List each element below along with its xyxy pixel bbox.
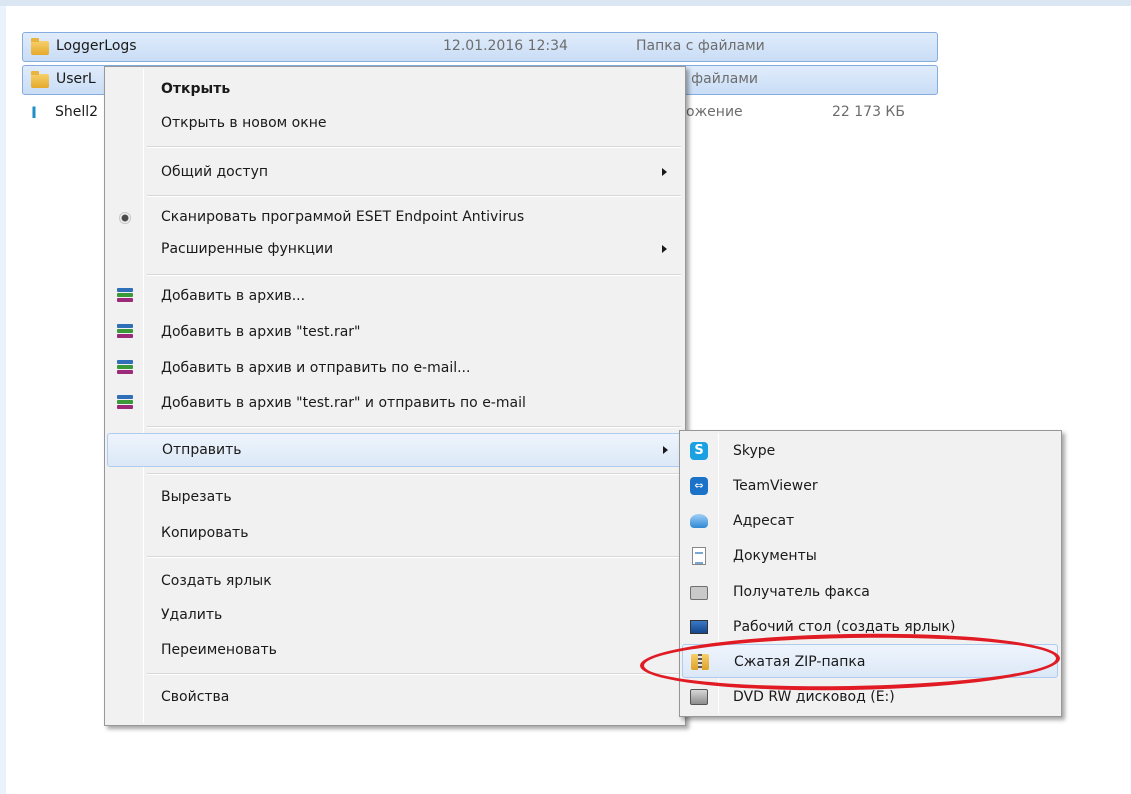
- dvd-drive-icon: [690, 688, 708, 706]
- window-top-border: [0, 0, 1131, 6]
- submenu-arrow-icon: [662, 245, 667, 253]
- menu-item-label: Получатель факса: [733, 584, 870, 600]
- winrar-icon: [115, 323, 135, 343]
- send-to-fax-recipient[interactable]: Получатель факса: [682, 575, 1058, 609]
- menu-item-create-shortcut[interactable]: Создать ярлык: [107, 565, 683, 599]
- window-left-border: [0, 6, 6, 794]
- file-name: UserL: [56, 71, 96, 87]
- menu-item-label: Рабочий стол (создать ярлык): [733, 619, 956, 635]
- application-icon: I: [31, 103, 37, 122]
- menu-item-label: Сжатая ZIP-папка: [734, 654, 866, 670]
- menu-item-share[interactable]: Общий доступ: [107, 156, 683, 190]
- file-type: Папка с файлами: [636, 38, 765, 54]
- menu-item-cut[interactable]: Вырезать: [107, 481, 683, 515]
- menu-item-label: Расширенные функции: [161, 241, 334, 257]
- zip-folder-icon: [691, 653, 709, 671]
- menu-item-scan-eset[interactable]: Сканировать программой ESET Endpoint Ant…: [107, 201, 683, 235]
- winrar-icon: [115, 287, 135, 307]
- menu-item-open[interactable]: Открыть: [107, 73, 683, 107]
- menu-item-label: Общий доступ: [161, 164, 269, 180]
- send-to-documents[interactable]: Документы: [682, 539, 1058, 573]
- menu-item-label: Создать ярлык: [161, 573, 272, 589]
- menu-item-advanced[interactable]: Расширенные функции: [107, 233, 683, 267]
- fax-icon: [690, 583, 708, 601]
- send-to-submenu: S Skype ⇔ TeamViewer Адресат Документы П…: [679, 430, 1062, 717]
- context-menu: Открыть Открыть в новом окне Общий досту…: [104, 66, 686, 726]
- menu-item-label: Skype: [733, 443, 776, 459]
- file-row-loggerlogs[interactable]: LoggerLogs 12.01.2016 12:34 Папка с файл…: [22, 32, 938, 62]
- menu-item-label: Отправить: [162, 442, 242, 458]
- winrar-icon: [115, 359, 135, 379]
- menu-separator: [147, 556, 681, 558]
- file-type: ожение: [686, 104, 743, 120]
- winrar-icon: [115, 394, 135, 414]
- menu-item-label: Удалить: [161, 607, 223, 623]
- menu-item-label: Переименовать: [161, 642, 277, 658]
- send-to-mail-recipient[interactable]: Адресат: [682, 504, 1058, 538]
- file-name: LoggerLogs: [56, 38, 137, 54]
- send-to-zip-folder[interactable]: Сжатая ZIP-папка: [682, 644, 1058, 678]
- menu-item-add-archive-rar-email[interactable]: Добавить в архив "test.rar" и отправить …: [107, 387, 683, 421]
- menu-item-open-new-window[interactable]: Открыть в новом окне: [107, 107, 683, 141]
- menu-item-label: Открыть в новом окне: [161, 115, 327, 131]
- menu-item-add-archive-email[interactable]: Добавить в архив и отправить по e-mail..…: [107, 352, 683, 386]
- eset-scan-icon: [115, 208, 135, 228]
- file-type: с файлами: [679, 71, 758, 87]
- mail-recipient-icon: [690, 512, 708, 530]
- file-name: Shell2: [55, 104, 99, 120]
- file-date: 12.01.2016 12:34: [443, 38, 568, 54]
- folder-icon: [31, 38, 49, 55]
- desktop-icon: [690, 618, 708, 636]
- menu-item-label: Вырезать: [161, 489, 232, 505]
- folder-icon: [31, 71, 49, 88]
- documents-icon: [690, 547, 708, 565]
- menu-separator: [147, 195, 681, 197]
- menu-item-label: Добавить в архив "test.rar": [161, 324, 361, 340]
- menu-separator: [147, 274, 681, 276]
- menu-item-label: Добавить в архив и отправить по e-mail..…: [161, 360, 471, 376]
- menu-item-label: Добавить в архив...: [161, 288, 306, 304]
- menu-item-label: Добавить в архив "test.rar" и отправить …: [161, 395, 526, 411]
- menu-item-label: Свойства: [161, 689, 230, 705]
- menu-item-label: Копировать: [161, 525, 249, 541]
- menu-item-add-archive-rar[interactable]: Добавить в архив "test.rar": [107, 316, 683, 350]
- teamviewer-icon: ⇔: [690, 477, 708, 495]
- menu-item-properties[interactable]: Свойства: [107, 681, 683, 715]
- menu-item-rename[interactable]: Переименовать: [107, 634, 683, 668]
- submenu-arrow-icon: [663, 446, 668, 454]
- menu-item-label: Документы: [733, 548, 817, 564]
- menu-item-add-archive[interactable]: Добавить в архив...: [107, 280, 683, 314]
- menu-item-label: DVD RW дисковод (E:): [733, 689, 895, 705]
- menu-item-label: Адресат: [733, 513, 795, 529]
- file-size: 22 173 КБ: [832, 104, 905, 120]
- menu-item-delete[interactable]: Удалить: [107, 599, 683, 633]
- menu-separator: [147, 673, 681, 675]
- skype-icon: S: [690, 442, 708, 460]
- submenu-arrow-icon: [662, 168, 667, 176]
- send-to-teamviewer[interactable]: ⇔ TeamViewer: [682, 469, 1058, 503]
- send-to-dvd-drive[interactable]: DVD RW дисковод (E:): [682, 680, 1058, 714]
- menu-item-send-to[interactable]: Отправить: [107, 433, 683, 467]
- menu-item-label: Открыть: [161, 81, 231, 97]
- menu-item-label: TeamViewer: [733, 478, 818, 494]
- menu-separator: [147, 146, 681, 148]
- send-to-desktop[interactable]: Рабочий стол (создать ярлык): [682, 610, 1058, 644]
- menu-separator: [147, 426, 681, 428]
- menu-item-label: Сканировать программой ESET Endpoint Ant…: [161, 209, 525, 225]
- send-to-skype[interactable]: S Skype: [682, 434, 1058, 468]
- menu-item-copy[interactable]: Копировать: [107, 517, 683, 551]
- menu-separator: [147, 473, 681, 475]
